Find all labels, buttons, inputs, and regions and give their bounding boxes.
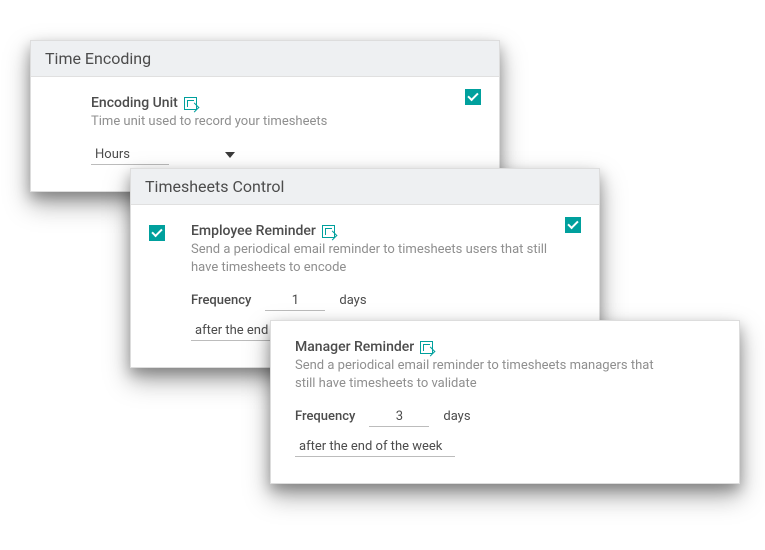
panel-header: Timesheets Control xyxy=(131,169,599,205)
right-checkbox[interactable] xyxy=(465,89,481,105)
frequency-label: Frequency xyxy=(191,293,251,308)
setting-title-row: Employee Reminder xyxy=(191,223,581,239)
frequency-row: Frequency days xyxy=(295,407,721,427)
encoding-unit-field xyxy=(91,145,481,165)
frequency-unit: days xyxy=(443,409,470,424)
panel-header: Time Encoding xyxy=(31,41,499,77)
panel-heading-text: Timesheets Control xyxy=(145,177,284,196)
frequency-input[interactable] xyxy=(369,407,429,427)
panel-body: Manager Reminder Send a periodical email… xyxy=(271,321,739,483)
external-link-icon[interactable] xyxy=(322,225,335,238)
setting-title: Encoding Unit xyxy=(91,95,178,111)
timing-row xyxy=(295,437,721,457)
external-link-icon[interactable] xyxy=(184,97,197,110)
setting-title: Employee Reminder xyxy=(191,223,316,239)
right-checkbox[interactable] xyxy=(565,217,581,233)
setting-title-row: Encoding Unit xyxy=(91,95,481,111)
setting-description: Time unit used to record your timesheets xyxy=(91,113,451,131)
setting-description: Send a periodical email reminder to time… xyxy=(295,357,655,393)
chevron-down-icon[interactable] xyxy=(225,152,235,158)
manager-reminder-panel: Manager Reminder Send a periodical email… xyxy=(270,320,740,484)
frequency-unit: days xyxy=(339,293,366,308)
setting-title: Manager Reminder xyxy=(295,339,414,355)
encoding-unit-select[interactable] xyxy=(91,145,169,165)
frequency-label: Frequency xyxy=(295,409,355,424)
frequency-input[interactable] xyxy=(265,291,325,311)
panel-heading-text: Time Encoding xyxy=(45,49,151,68)
frequency-row: Frequency days xyxy=(191,291,581,311)
setting-title-row: Manager Reminder xyxy=(295,339,721,355)
setting-description: Send a periodical email reminder to time… xyxy=(191,241,551,277)
external-link-icon[interactable] xyxy=(420,341,433,354)
timing-select[interactable] xyxy=(295,437,455,457)
enable-checkbox[interactable] xyxy=(149,225,165,241)
